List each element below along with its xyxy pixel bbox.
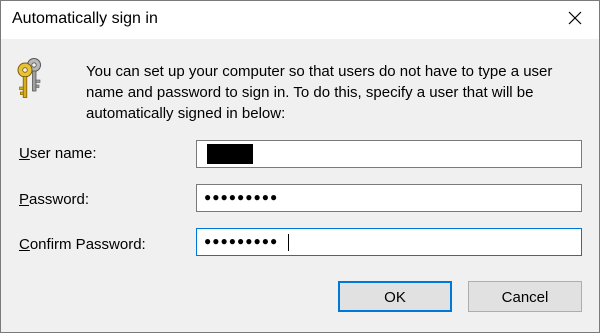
password-field[interactable]: ●●●●●●●●● bbox=[196, 184, 582, 212]
confirm-password-value: ●●●●●●●●● bbox=[204, 234, 279, 248]
window-title: Automatically sign in bbox=[12, 10, 158, 27]
password-label: Password: bbox=[19, 191, 89, 208]
confirm-password-label-text: onfirm Password: bbox=[29, 236, 146, 253]
username-label: User name: bbox=[19, 145, 97, 162]
redacted-username bbox=[207, 144, 253, 164]
confirm-password-label-accesskey: C bbox=[19, 236, 30, 253]
title-bar: Automatically sign in bbox=[1, 1, 599, 39]
keys-icon bbox=[16, 56, 48, 100]
confirm-password-label: Confirm Password: bbox=[19, 236, 146, 253]
ok-button[interactable]: OK bbox=[338, 281, 452, 312]
password-label-text: assword: bbox=[29, 191, 90, 208]
text-caret bbox=[288, 234, 289, 251]
username-label-accesskey: U bbox=[19, 145, 30, 162]
close-icon bbox=[568, 11, 582, 25]
password-label-accesskey: P bbox=[19, 191, 30, 208]
instructions-text: You can set up your computer so that use… bbox=[86, 63, 553, 122]
username-field[interactable] bbox=[196, 140, 582, 168]
username-label-text: ser name: bbox=[29, 145, 97, 162]
cancel-button[interactable]: Cancel bbox=[468, 281, 582, 312]
password-value: ●●●●●●●●● bbox=[204, 190, 279, 204]
auto-signin-dialog: Automatically sign in You can set up you… bbox=[0, 0, 600, 333]
close-button[interactable] bbox=[561, 4, 589, 32]
confirm-password-field[interactable]: ●●●●●●●●● bbox=[196, 228, 582, 256]
